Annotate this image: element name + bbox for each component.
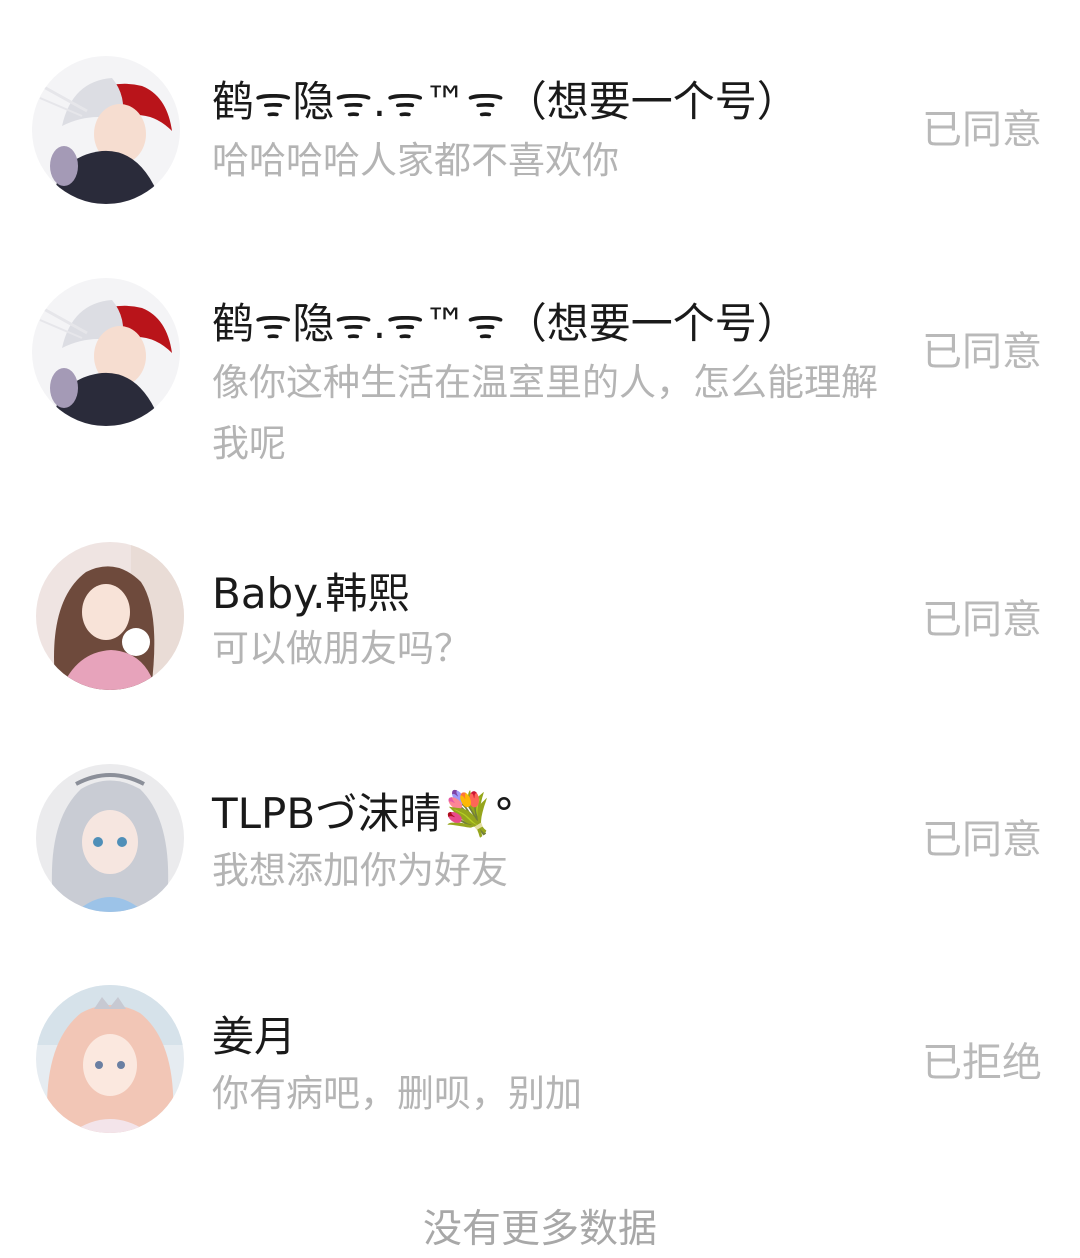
request-status: 已同意	[922, 329, 1042, 375]
friend-request-row[interactable]: 鹤ᯤ隐ᯤ.ᯤ™ᯤ（想要一个号） 像你这种生活在温室里的人，怎么能理解我呢 已同意	[0, 230, 1080, 510]
friend-request-row[interactable]: TLPBづ沫晴💐° 我想添加你为好友 已同意	[0, 730, 1080, 955]
requester-name: 鹤ᯤ隐ᯤ.ᯤ™ᯤ（想要一个号）	[212, 77, 799, 126]
requester-name: Baby.韩熙	[212, 569, 410, 618]
avatar[interactable]	[32, 56, 180, 204]
friend-request-row[interactable]: Baby.韩熙 可以做朋友吗？ 已同意	[0, 510, 1080, 730]
request-message: 像你这种生活在温室里的人，怎么能理解我呢	[212, 361, 878, 465]
requester-name: 鹤ᯤ隐ᯤ.ᯤ™ᯤ（想要一个号）	[212, 299, 799, 348]
request-status: 已拒绝	[922, 1040, 1042, 1086]
avatar[interactable]	[36, 542, 184, 690]
no-more-data-label: 没有更多数据	[422, 1207, 657, 1252]
avatar[interactable]	[36, 985, 184, 1133]
request-message: 我想添加你为好友	[212, 849, 508, 892]
request-message: 哈哈哈哈人家都不喜欢你	[212, 139, 619, 182]
request-status: 已同意	[922, 107, 1042, 153]
friend-request-row[interactable]: 鹤ᯤ隐ᯤ.ᯤ™ᯤ（想要一个号） 哈哈哈哈人家都不喜欢你 已同意	[0, 0, 1080, 230]
request-status: 已同意	[922, 817, 1042, 863]
request-message: 可以做朋友吗？	[212, 627, 471, 670]
request-status: 已同意	[922, 597, 1042, 643]
avatar[interactable]	[36, 764, 184, 912]
requester-name: TLPBづ沫晴💐°	[212, 789, 515, 838]
avatar[interactable]	[32, 278, 180, 426]
requester-name: 姜月	[212, 1012, 297, 1061]
request-message: 你有病吧，删呗，别加	[212, 1072, 582, 1115]
friend-request-row[interactable]: 姜月 你有病吧，删呗，别加 已拒绝	[0, 955, 1080, 1185]
